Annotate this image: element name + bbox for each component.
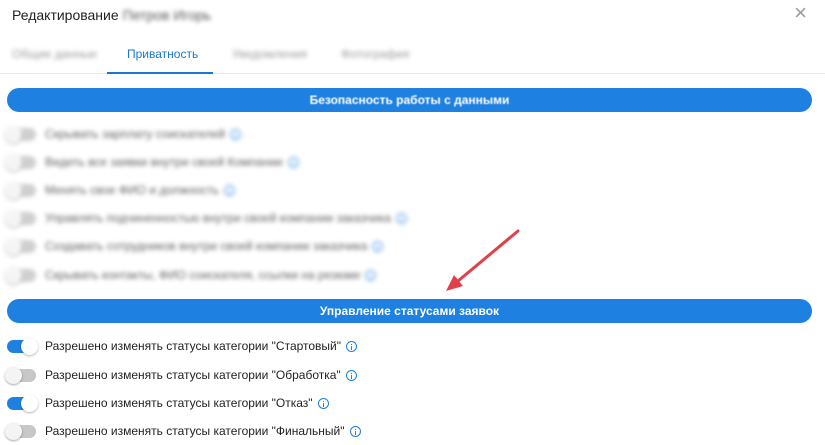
toggle-switch[interactable] [5, 125, 36, 143]
setting-label: Разрешено изменять статусы категории "От… [45, 396, 313, 410]
section-header-data-security: Безопасность работы с данными [7, 88, 812, 112]
info-icon[interactable] [230, 128, 242, 140]
setting-row: Менять свое ФИО и должность [5, 179, 235, 201]
active-tab-indicator [107, 72, 213, 74]
setting-label: Разрешено изменять статусы категории "Об… [45, 368, 341, 382]
section-title: Безопасность работы с данными [309, 93, 510, 107]
info-icon[interactable] [317, 397, 329, 409]
user-name: Петров Игорь [122, 7, 212, 23]
setting-label: Создавать сотрудников внутри своей компа… [45, 239, 368, 253]
info-icon[interactable] [372, 240, 384, 252]
setting-label: Разрешено изменять статусы категории "Ст… [45, 339, 342, 353]
toggle-switch[interactable] [5, 181, 36, 199]
dialog-title: Редактирование Петров Игорь [12, 7, 211, 23]
toggle-switch[interactable] [5, 209, 36, 227]
setting-label: Видеть все заявки внутри своей Компании [45, 155, 283, 169]
tab-privacy[interactable]: Приватность [127, 47, 198, 61]
dialog-title-text: Редактирование [12, 7, 119, 23]
section-title: Управление статусами заявок [319, 304, 500, 318]
setting-label: Разрешено изменять статусы категории "Фи… [45, 424, 345, 438]
setting-row: Разрешено изменять статусы категории "Об… [5, 364, 357, 386]
toggle-switch[interactable] [5, 366, 36, 384]
setting-label: Менять свое ФИО и должность [45, 183, 219, 197]
dialog-header: Редактирование Петров Игорь × [0, 0, 825, 32]
setting-row: Управлять подчиненностью внутри своей ко… [5, 207, 407, 229]
setting-row: Видеть все заявки внутри своей Компании [5, 151, 299, 173]
tab-photo[interactable]: Фотография [341, 47, 409, 61]
setting-row: Скрывать контакты, ФИО соискателя, ссылк… [5, 264, 377, 286]
toggle-switch[interactable] [5, 237, 36, 255]
info-icon[interactable] [349, 425, 361, 437]
info-icon[interactable] [365, 269, 377, 281]
setting-row: Скрывать зарплату соискателей [5, 123, 242, 145]
setting-row: Разрешено изменять статусы категории "Фи… [5, 420, 361, 442]
setting-row: Создавать сотрудников внутри своей компа… [5, 235, 384, 257]
info-icon[interactable] [346, 340, 358, 352]
setting-row: Разрешено изменять статусы категории "Ст… [7, 335, 358, 357]
toggle-switch[interactable] [5, 266, 36, 284]
tab-notifications[interactable]: Уведомления [232, 47, 307, 61]
setting-label: Скрывать контакты, ФИО соискателя, ссылк… [45, 268, 361, 282]
setting-row: Разрешено изменять статусы категории "От… [7, 392, 329, 414]
info-icon[interactable] [287, 156, 299, 168]
section-header-status-management: Управление статусами заявок [7, 299, 812, 323]
setting-label: Скрывать зарплату соискателей [45, 127, 226, 141]
info-icon[interactable] [345, 369, 357, 381]
setting-label: Управлять подчиненностью внутри своей ко… [45, 211, 391, 225]
info-icon[interactable] [223, 184, 235, 196]
tab-bar: Общие данные Приватность Уведомления Фот… [0, 34, 825, 74]
toggle-switch[interactable] [5, 153, 36, 171]
toggle-switch[interactable] [7, 394, 38, 412]
toggle-switch[interactable] [5, 422, 36, 440]
toggle-switch[interactable] [7, 337, 38, 355]
close-icon[interactable]: × [794, 2, 807, 24]
tab-general[interactable]: Общие данные [12, 47, 97, 61]
info-icon[interactable] [395, 212, 407, 224]
